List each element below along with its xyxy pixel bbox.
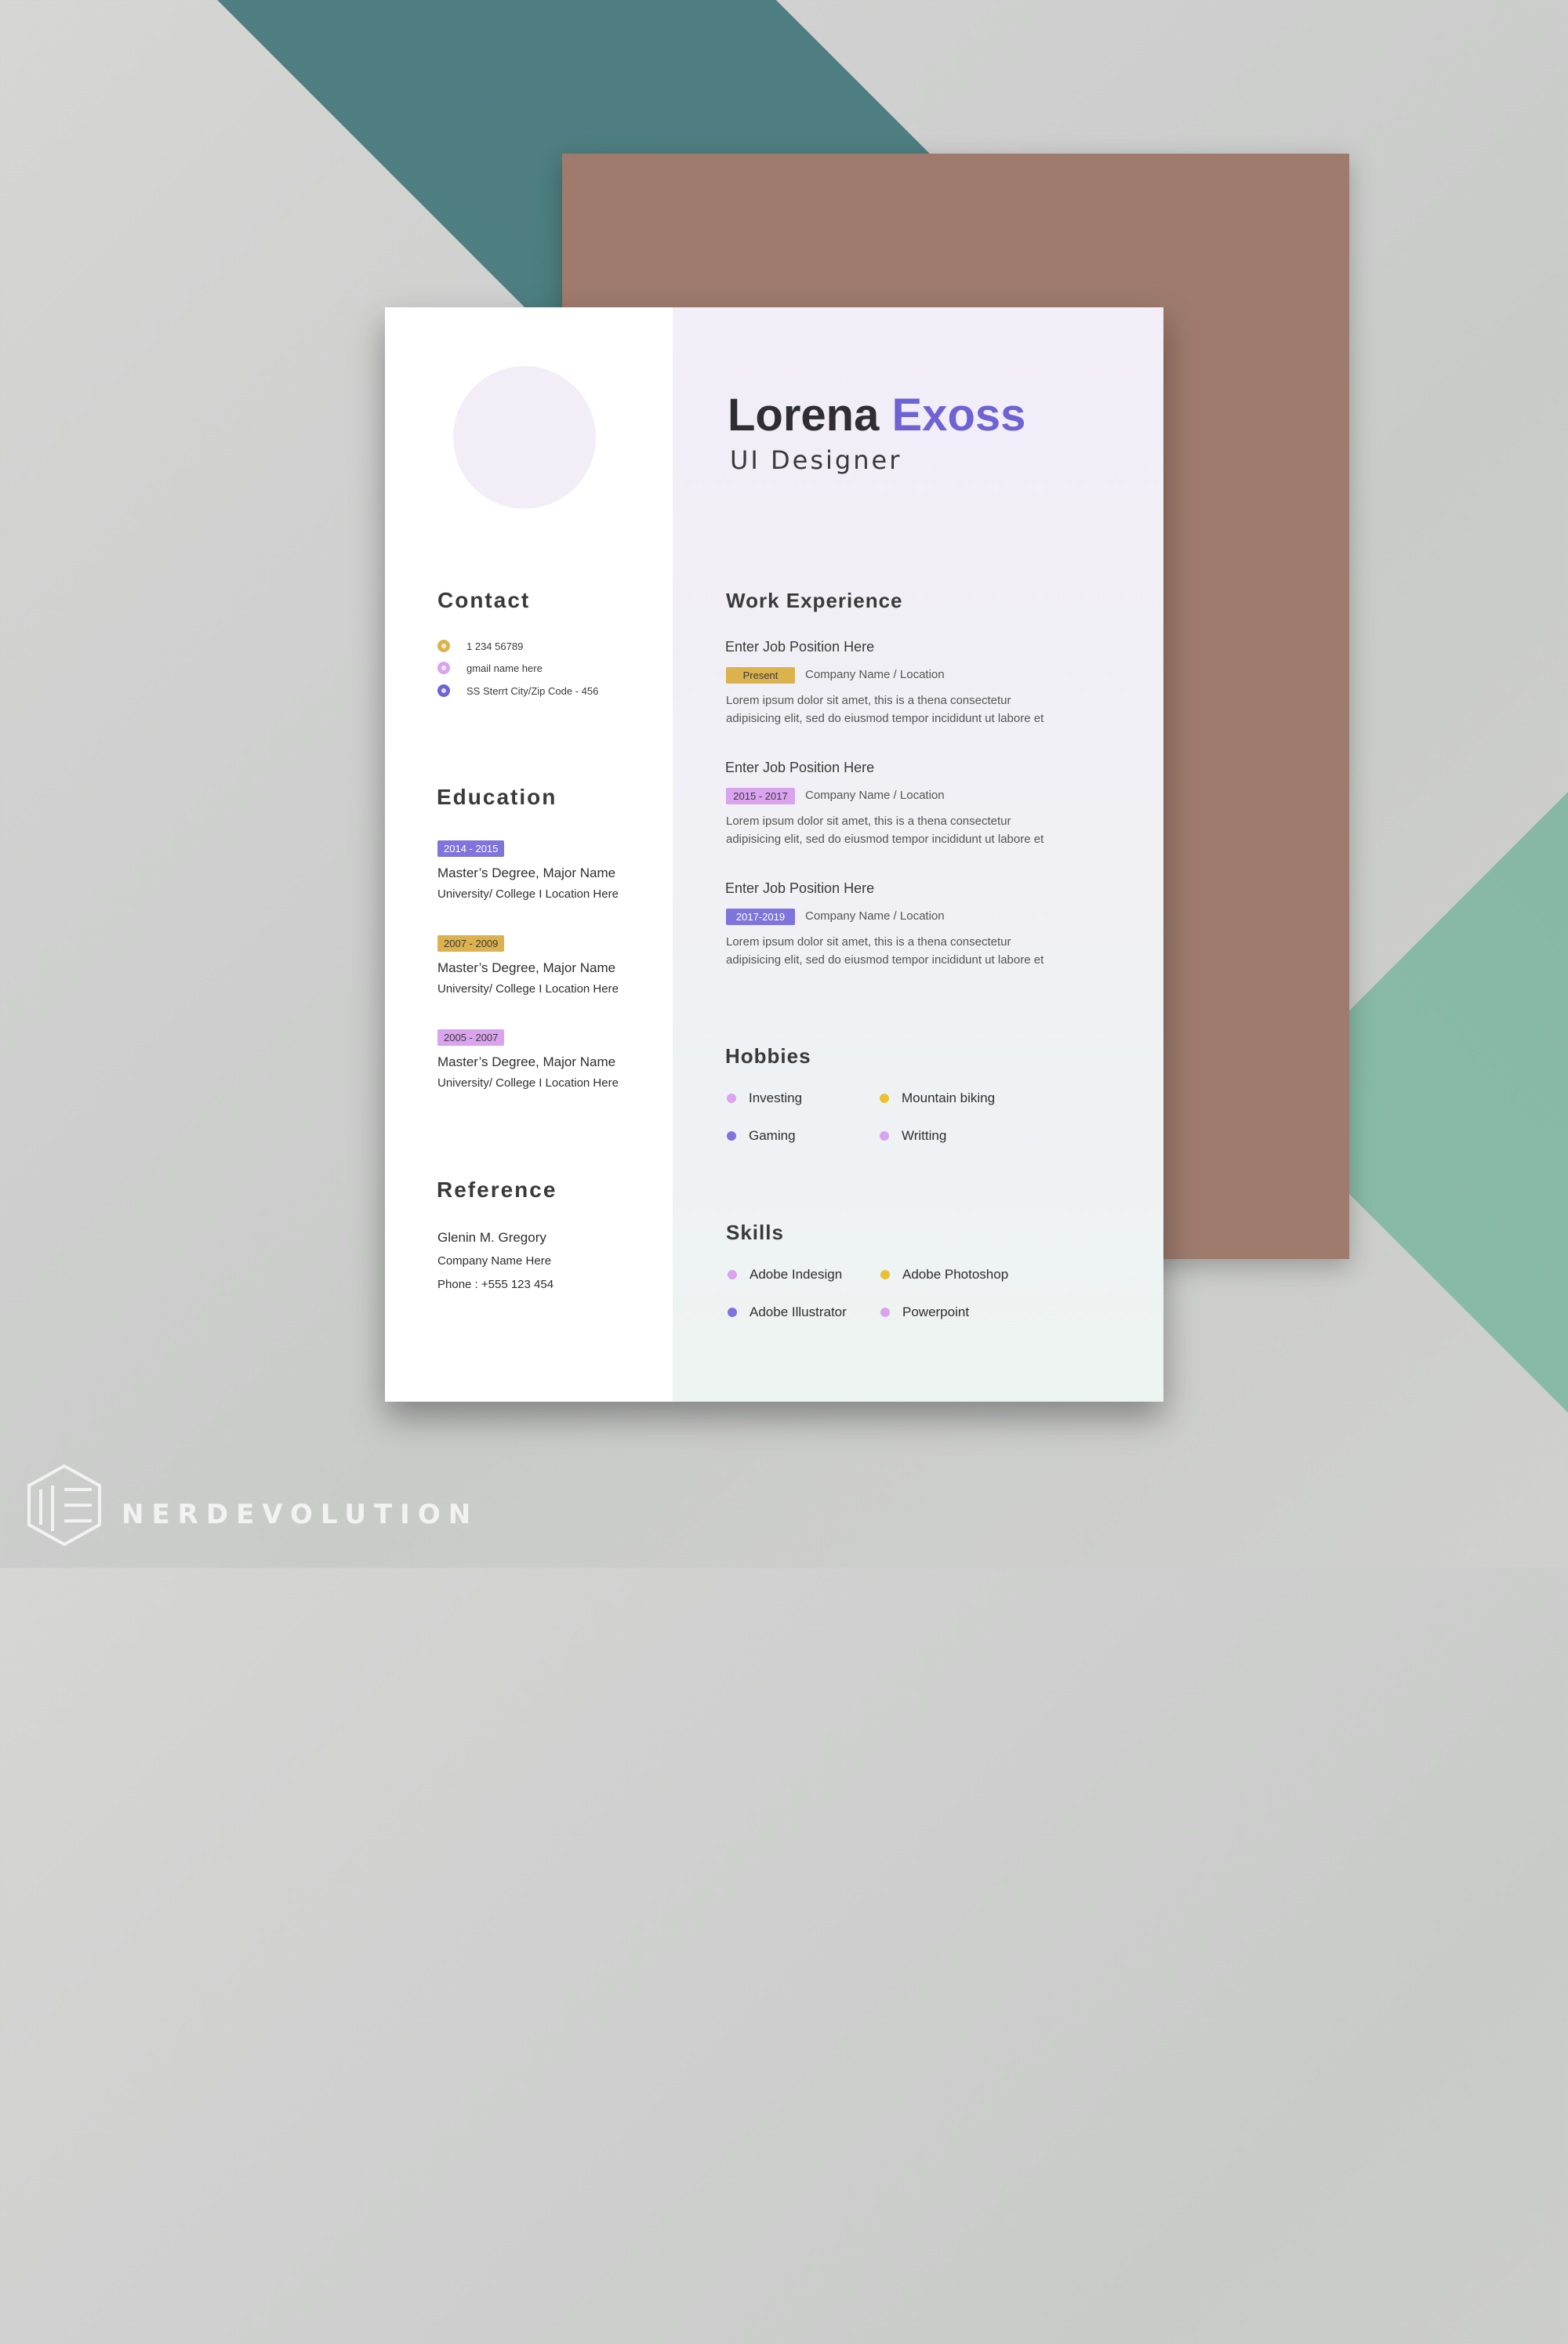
reference-company: Company Name Here xyxy=(437,1254,552,1268)
job-period-badge: 2017-2019 xyxy=(726,909,795,925)
education-years-badge: 2014 - 2015 xyxy=(437,840,505,857)
location-pin-icon xyxy=(437,684,450,697)
skill-label: Adobe Photoshop xyxy=(902,1267,1009,1282)
hobby-item: Mountain biking xyxy=(880,1090,995,1106)
job-position: Enter Job Position Here xyxy=(725,639,875,655)
education-school: University/ College I Location Here xyxy=(437,887,619,901)
education-title: Education xyxy=(437,785,557,809)
hobby-item: Writting xyxy=(880,1128,946,1144)
bullet-dot-icon xyxy=(727,1131,736,1141)
reference-title: Reference xyxy=(437,1177,557,1202)
bullet-dot-icon xyxy=(880,1094,889,1103)
work-experience-title: Work Experience xyxy=(726,589,903,612)
job-description-line: adipisicing elit, sed do eiusmod tempor … xyxy=(726,712,1044,725)
nerdevolution-logo-icon xyxy=(27,1464,101,1547)
skills-title: Skills xyxy=(726,1221,784,1244)
skill-item: Adobe Photoshop xyxy=(880,1267,1008,1283)
hobby-label: Investing xyxy=(749,1090,803,1105)
bullet-dot-icon xyxy=(728,1308,737,1317)
skill-label: Powerpoint xyxy=(902,1304,970,1319)
job-description-line: Lorem ipsum dolor sit amet, this is a th… xyxy=(726,815,1011,828)
job-company: Company Name / Location xyxy=(805,789,945,802)
hobby-item: Gaming xyxy=(727,1128,796,1144)
job-company: Company Name / Location xyxy=(805,909,945,923)
bullet-dot-icon xyxy=(728,1270,737,1279)
candidate-name: Lorena Exoss xyxy=(728,389,1025,441)
job-description-line: Lorem ipsum dolor sit amet, this is a th… xyxy=(726,694,1011,707)
education-years-badge: 2007 - 2009 xyxy=(437,935,505,952)
job-description: Lorem ipsum dolor sit amet, this is a th… xyxy=(726,812,1087,848)
contact-title: Contact xyxy=(437,588,531,612)
education-degree: Master’s Degree, Major Name xyxy=(437,865,616,880)
candidate-role: UI Designer xyxy=(730,445,902,475)
education-degree: Master’s Degree, Major Name xyxy=(437,1054,616,1069)
contact-address-text: SS Sterrt City/Zip Code - 456 xyxy=(466,684,599,697)
resume-left-column: Contact 1 234 56789 gmail name here SS S… xyxy=(385,307,673,1402)
skill-item: Adobe Illustrator xyxy=(728,1304,847,1320)
job-position: Enter Job Position Here xyxy=(725,880,875,896)
education-degree: Master’s Degree, Major Name xyxy=(437,960,616,975)
bullet-dot-icon xyxy=(880,1270,890,1279)
bullet-dot-icon xyxy=(727,1094,736,1103)
contact-phone-text: 1 234 56789 xyxy=(466,640,524,652)
job-description: Lorem ipsum dolor sit amet, this is a th… xyxy=(726,691,1087,728)
contact-email: gmail name here xyxy=(437,662,543,674)
job-position: Enter Job Position Here xyxy=(725,760,875,775)
profile-photo-placeholder xyxy=(453,366,596,509)
first-name: Lorena xyxy=(728,390,880,441)
contact-phone: 1 234 56789 xyxy=(437,640,523,652)
skill-label: Adobe Indesign xyxy=(750,1267,843,1282)
phone-icon xyxy=(437,640,450,652)
contact-email-text: gmail name here xyxy=(466,662,543,674)
hobby-item: Investing xyxy=(727,1090,802,1106)
last-name: Exoss xyxy=(891,390,1026,441)
job-description-line: Lorem ipsum dolor sit amet, this is a th… xyxy=(726,935,1011,949)
contact-address: SS Sterrt City/Zip Code - 456 xyxy=(437,684,598,697)
skill-item: Powerpoint xyxy=(880,1304,969,1320)
hobby-label: Writting xyxy=(902,1128,947,1143)
job-company: Company Name / Location xyxy=(805,668,945,681)
job-description-line: adipisicing elit, sed do eiusmod tempor … xyxy=(726,953,1044,967)
job-description-line: adipisicing elit, sed do eiusmod tempor … xyxy=(726,833,1044,846)
hobbies-title: Hobbies xyxy=(725,1044,811,1068)
reference-name: Glenin M. Gregory xyxy=(437,1230,546,1245)
job-description: Lorem ipsum dolor sit amet, this is a th… xyxy=(726,933,1087,969)
education-school: University/ College I Location Here xyxy=(437,982,619,996)
resume-sheet: Contact 1 234 56789 gmail name here SS S… xyxy=(385,307,1163,1402)
education-years-badge: 2005 - 2007 xyxy=(437,1029,505,1046)
bullet-dot-icon xyxy=(880,1308,890,1317)
job-period-badge: 2015 - 2017 xyxy=(726,788,795,804)
education-school: University/ College I Location Here xyxy=(437,1076,619,1090)
skill-item: Adobe Indesign xyxy=(728,1267,842,1283)
job-period-badge: Present xyxy=(726,667,795,684)
mail-icon xyxy=(437,662,450,674)
reference-phone: Phone : +555 123 454 xyxy=(437,1278,554,1291)
hobby-label: Mountain biking xyxy=(902,1090,996,1105)
skill-label: Adobe Illustrator xyxy=(750,1304,847,1319)
brand-name: NERDEVOLUTION xyxy=(122,1499,479,1530)
hobby-label: Gaming xyxy=(749,1128,796,1143)
bullet-dot-icon xyxy=(880,1131,889,1141)
